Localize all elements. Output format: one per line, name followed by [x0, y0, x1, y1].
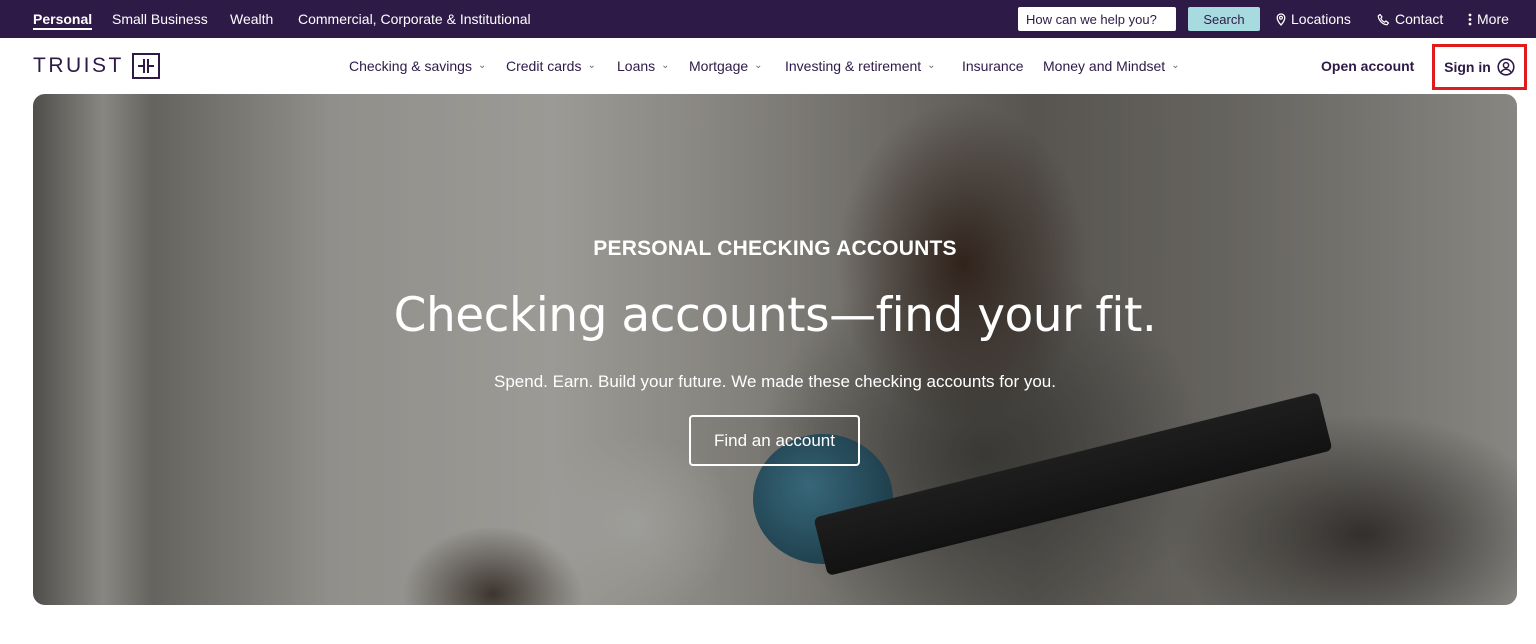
chevron-down-icon: ⌄ — [587, 59, 596, 71]
chevron-down-icon: ⌄ — [927, 59, 936, 71]
segment-wealth[interactable]: Wealth — [230, 0, 273, 38]
chevron-down-icon: ⌄ — [754, 59, 763, 71]
hero-eyebrow: PERSONAL CHECKING ACCOUNTS — [593, 237, 957, 260]
locations-link[interactable]: Locations — [1276, 0, 1351, 38]
segment-commercial[interactable]: Commercial, Corporate & Institutional — [298, 0, 531, 38]
contact-link[interactable]: Contact — [1377, 0, 1443, 38]
nav-mortgage[interactable]: Mortgage ⌄ — [689, 38, 763, 94]
hero-headline: Checking accounts—find your fit. — [393, 288, 1157, 343]
nav-label: Money and Mindset — [1043, 58, 1166, 74]
vertical-dots-icon — [1468, 13, 1472, 25]
nav-credit-cards[interactable]: Credit cards ⌄ — [506, 38, 596, 94]
nav-label: Loans — [617, 58, 656, 74]
segment-small-business[interactable]: Small Business — [112, 0, 208, 38]
hero-banner: PERSONAL CHECKING ACCOUNTS Checking acco… — [33, 94, 1517, 605]
nav-label: Mortgage — [689, 58, 749, 74]
user-circle-icon — [1497, 58, 1515, 76]
locations-label: Locations — [1291, 11, 1351, 27]
nav-label: Insurance — [962, 58, 1024, 74]
chevron-down-icon: ⌄ — [661, 59, 670, 71]
nav-loans[interactable]: Loans ⌄ — [617, 38, 670, 94]
open-account-link[interactable]: Open account — [1321, 38, 1414, 94]
search-button[interactable]: Search — [1188, 7, 1260, 31]
more-label: More — [1477, 11, 1509, 27]
phone-icon — [1377, 13, 1390, 25]
logo-text: TRUIST — [33, 54, 124, 77]
nav-label: Investing & retirement — [785, 58, 922, 74]
more-menu[interactable]: More — [1468, 0, 1509, 38]
sign-in-label: Sign in — [1444, 59, 1491, 75]
nav-money-mindset[interactable]: Money and Mindset ⌄ — [1043, 38, 1180, 94]
chevron-down-icon: ⌄ — [477, 59, 487, 71]
truist-monogram-icon — [131, 53, 160, 79]
nav-checking-savings[interactable]: Checking & savings ⌄ — [349, 38, 486, 94]
hero-content: PERSONAL CHECKING ACCOUNTS Checking acco… — [33, 94, 1517, 605]
nav-investing-retirement[interactable]: Investing & retirement ⌄ — [785, 38, 936, 94]
nav-label: Credit cards — [506, 58, 582, 74]
nav-insurance[interactable]: Insurance — [962, 38, 1023, 94]
hero-subtext: Spend. Earn. Build your future. We made … — [494, 372, 1056, 391]
main-navigation: TRUIST Checking & savings ⌄ Credit cards ⌄… — [0, 38, 1536, 94]
sign-in-button[interactable]: Sign in — [1432, 44, 1527, 90]
location-pin-icon — [1276, 12, 1286, 26]
segment-personal[interactable]: Personal — [33, 0, 93, 38]
utility-bar: Personal Small Business Wealth Commercia… — [0, 0, 1536, 38]
contact-label: Contact — [1395, 11, 1444, 27]
chevron-down-icon: ⌄ — [1171, 59, 1180, 71]
nav-label: Checking & savings — [349, 58, 472, 74]
help-search-input[interactable] — [1018, 7, 1176, 31]
truist-logo[interactable]: TRUIST — [33, 52, 160, 80]
find-account-button[interactable]: Find an account — [689, 415, 860, 466]
